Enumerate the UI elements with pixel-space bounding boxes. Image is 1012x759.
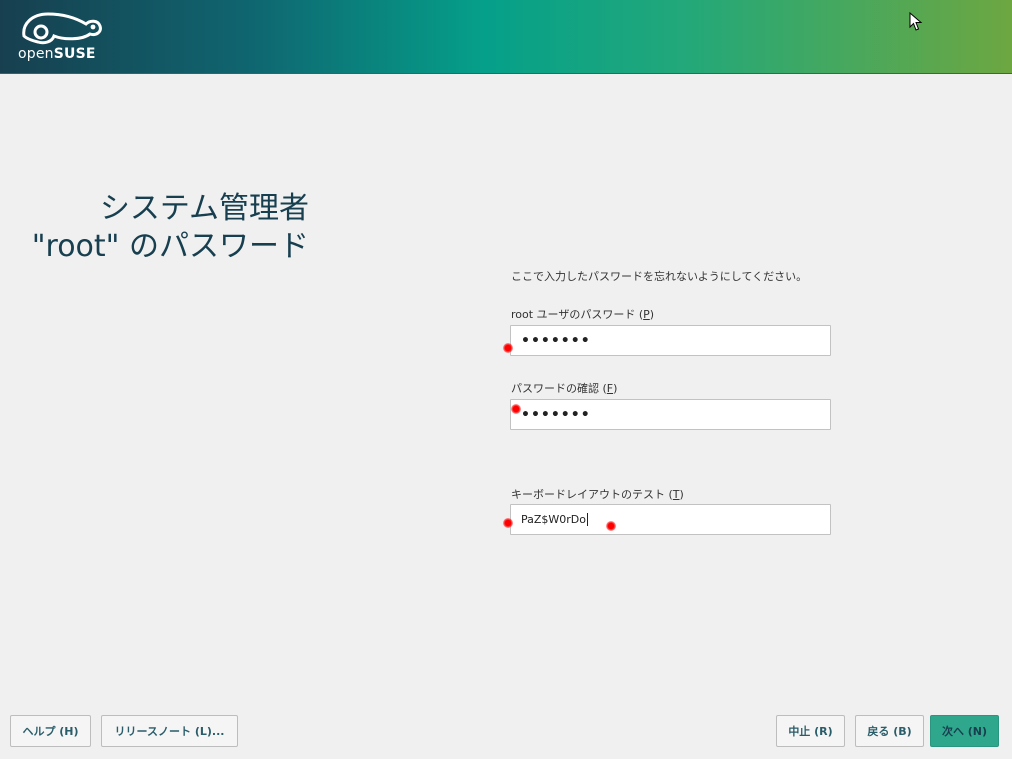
page-title: システム管理者 "root" のパスワード xyxy=(32,190,309,266)
back-button[interactable]: 戻る (B) xyxy=(855,715,924,747)
marker-dot xyxy=(503,343,513,353)
marker-dot xyxy=(606,521,616,531)
root-password-value: ••••••• xyxy=(521,332,591,349)
opensuse-logo: openSUSE xyxy=(18,10,108,66)
mouse-pointer-icon xyxy=(909,12,923,31)
logo-wordmark: openSUSE xyxy=(18,46,96,62)
password-hint-text: ここで入力したパスワードを忘れないようにしてください。 xyxy=(511,270,808,283)
page-title-line2: "root" のパスワード xyxy=(31,229,309,264)
keyboard-test-input[interactable]: PaZ$W0rDo xyxy=(510,504,831,535)
chameleon-icon xyxy=(22,12,102,45)
keyboard-test-value: PaZ$W0rDo xyxy=(521,513,587,526)
keyboard-test-label: キーボードレイアウトのテスト (T) xyxy=(511,488,684,501)
confirm-password-label: パスワードの確認 (F) xyxy=(511,382,618,395)
logo-text-suse: SUSE xyxy=(53,46,96,62)
page-title-line1: システム管理者 xyxy=(99,191,309,226)
abort-button[interactable]: 中止 (R) xyxy=(776,715,845,747)
header-banner: openSUSE xyxy=(0,0,1012,74)
logo-text-open: open xyxy=(18,46,54,62)
marker-dot xyxy=(511,404,521,414)
help-button[interactable]: ヘルプ (H) xyxy=(10,715,91,747)
release-notes-button[interactable]: リリースノート (L)... xyxy=(101,715,238,747)
confirm-password-value: ••••••• xyxy=(521,406,591,423)
confirm-password-input[interactable]: ••••••• xyxy=(510,399,831,430)
marker-dot xyxy=(503,518,513,528)
root-password-label: root ユーザのパスワード (P) xyxy=(511,308,655,321)
root-password-input[interactable]: ••••••• xyxy=(510,325,831,356)
next-button[interactable]: 次へ (N) xyxy=(930,715,999,747)
text-caret xyxy=(587,513,589,526)
